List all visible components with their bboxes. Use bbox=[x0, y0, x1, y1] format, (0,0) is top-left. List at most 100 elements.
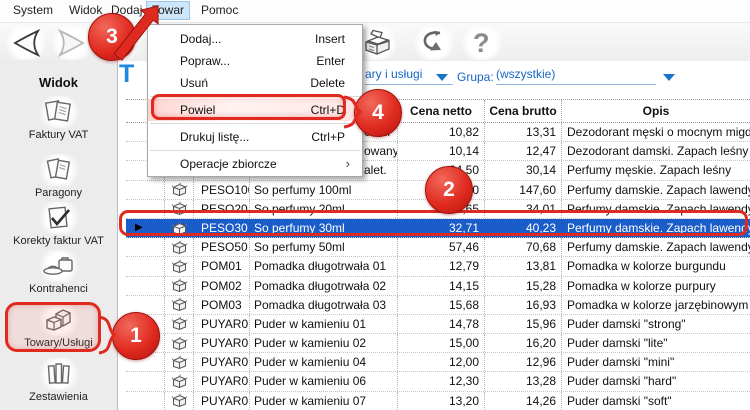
cell-symbol: POM03 bbox=[194, 295, 250, 314]
cell-cena-netto: 13,20 bbox=[398, 391, 485, 410]
cell-cena-netto: 10,82 bbox=[398, 123, 485, 142]
menu-item-label: Powiel bbox=[180, 103, 216, 117]
cell-cena-netto: 15,68 bbox=[398, 295, 485, 314]
cell-cena-netto: 14,15 bbox=[398, 276, 485, 295]
cell-cena-brutto: 13,31 bbox=[485, 123, 562, 142]
menu-item-drukuj-listę[interactable]: Drukuj listę... Ctrl+P bbox=[148, 126, 362, 148]
cell-name: So perfumy 30ml bbox=[254, 220, 345, 235]
page-title: T bbox=[119, 60, 135, 88]
row-marker bbox=[126, 199, 165, 218]
product-box-icon bbox=[165, 199, 194, 218]
sidebar-item-label: Kontrahenci bbox=[29, 283, 88, 295]
forward-icon[interactable] bbox=[50, 26, 94, 60]
table-row-pom01[interactable]: POM01 Pomadka długotrwała 01 12,79 13,81 Pom… bbox=[126, 257, 750, 277]
product-box-icon bbox=[165, 334, 194, 353]
cell-opis: Perfumy damskie. Zapach lawendy bbox=[567, 182, 750, 197]
menubar-item-pomoc[interactable]: Pomoc bbox=[196, 1, 243, 20]
contractors-icon bbox=[36, 250, 81, 282]
cell-opis: Pomadka w kolorze purpury bbox=[567, 278, 716, 293]
undo-icon[interactable] bbox=[412, 26, 456, 60]
sidebar-item-paragony[interactable]: Paragony bbox=[0, 154, 117, 199]
chevron-down-icon[interactable] bbox=[663, 74, 675, 81]
menubar-item-towar[interactable]: Towar bbox=[146, 1, 191, 20]
cell-name: Pomadka długotrwała 03 bbox=[250, 295, 398, 314]
table-row-puyar0[interactable]: PUYAR0 Puder w kamieniu 02 15,00 16,20 Puder… bbox=[126, 334, 750, 354]
cell-symbol: PUYAR0 bbox=[194, 372, 250, 391]
cell-opis: Perfumy damskie. Zapach lawendy bbox=[567, 201, 750, 216]
cell-cena-brutto: 147,60 bbox=[485, 180, 562, 199]
cell-symbol: PUYAR0 bbox=[194, 314, 250, 334]
sidebar-item-kontrahenci[interactable]: Kontrahenci bbox=[0, 250, 117, 295]
cell-opis: Dezodorant męski o mocnym migdałowym bbox=[567, 125, 750, 139]
chevron-down-icon[interactable] bbox=[436, 74, 448, 81]
cell-cena-brutto: 14,26 bbox=[485, 391, 562, 410]
menu-separator bbox=[150, 96, 360, 97]
receipts-icon bbox=[36, 154, 81, 186]
table-row-puyar0[interactable]: PUYAR0 Puder w kamieniu 04 12,00 12,96 Puder… bbox=[126, 353, 750, 373]
menu-item-dodaj[interactable]: Dodaj... Insert bbox=[148, 28, 362, 50]
cell-cena-brutto: 12,96 bbox=[485, 353, 562, 372]
menu-item-usuń[interactable]: Usuń Delete bbox=[148, 72, 362, 94]
cell-symbol: PESO50 bbox=[194, 238, 250, 257]
cell-name: Puder w kamieniu 07 bbox=[250, 391, 398, 410]
menu-item-shortcut: Enter bbox=[316, 54, 345, 68]
menu-item-label: Operacje zbiorcze bbox=[180, 157, 277, 171]
cell-opis: Puder damski "strong" bbox=[567, 316, 686, 331]
annotation-circle-2: 2 bbox=[425, 166, 473, 214]
annotation-circle-4: 4 bbox=[354, 89, 402, 137]
sidebar-item-zestawienia[interactable]: Zestawienia bbox=[0, 358, 117, 403]
cell-opis: Puder damski "hard" bbox=[567, 374, 677, 389]
cell-cena-brutto: 34,01 bbox=[485, 199, 562, 218]
back-icon[interactable] bbox=[4, 26, 48, 60]
corrections-icon bbox=[36, 202, 81, 234]
menu-item-label: Usuń bbox=[180, 76, 209, 90]
cell-cena-brutto: 70,68 bbox=[485, 238, 562, 257]
menu-item-operacje-zbiorcze[interactable]: Operacje zbiorcze › bbox=[148, 153, 362, 175]
sidebar-item-faktury-vat[interactable]: Faktury VAT bbox=[0, 96, 117, 141]
cell-symbol: PESO100 bbox=[194, 180, 250, 199]
cell-opis: Pomadka w kolorze burgundu bbox=[567, 259, 726, 274]
row-marker bbox=[126, 276, 165, 295]
product-box-icon bbox=[165, 295, 194, 314]
group-filter[interactable]: (wszystkie) bbox=[496, 67, 656, 85]
row-marker bbox=[126, 391, 165, 410]
help-icon[interactable]: ? bbox=[460, 26, 504, 60]
sidebar: Widok Faktury VAT Paragony Korekty faktur … bbox=[0, 60, 118, 410]
cell-symbol: PUYAR0 bbox=[194, 353, 250, 372]
col-opis: Opis bbox=[642, 104, 670, 118]
menu-separator bbox=[150, 123, 360, 124]
cell-opis: Perfumy męskie. Zapach leśny bbox=[567, 163, 732, 178]
menu-item-shortcut: Ctrl+D bbox=[310, 103, 345, 117]
table-row-peso50[interactable]: PESO50 So perfumy 50ml 57,46 70,68 Perfumy d… bbox=[126, 238, 750, 258]
product-box-icon bbox=[165, 372, 194, 391]
menu-item-powiel[interactable]: Powiel Ctrl+D bbox=[148, 99, 362, 121]
table-row-pom02[interactable]: POM02 Pomadka długotrwała 02 14,15 15,28 Pom… bbox=[126, 276, 750, 296]
sidebar-item-korekty-faktur-vat[interactable]: Korekty faktur VAT bbox=[0, 202, 117, 247]
sidebar-item-label: Zestawienia bbox=[29, 391, 88, 403]
cell-symbol: POM02 bbox=[194, 276, 250, 295]
table-row-pom03[interactable]: POM03 Pomadka długotrwała 03 15,68 16,93 Pom… bbox=[126, 295, 750, 315]
product-box-icon bbox=[165, 180, 194, 199]
sidebar-item-towary-usługi[interactable]: Towary/Usługi bbox=[0, 304, 117, 349]
cell-name: So perfumy 20ml bbox=[250, 199, 398, 218]
cell-symbol: POM01 bbox=[194, 257, 250, 276]
cell-cena-brutto: 40,23 bbox=[525, 220, 556, 235]
invoices-icon bbox=[36, 96, 81, 128]
cell-symbol: PESO20 bbox=[194, 199, 250, 218]
app-window: System Widok Dodaj Towar Pomoc ? Widok Faktu… bbox=[0, 0, 750, 410]
table-row-puyar0[interactable]: PUYAR0 Puder w kamieniu 07 13,20 14,26 Puder… bbox=[126, 391, 750, 410]
table-row-puyar0[interactable]: PUYAR0 Puder w kamieniu 01 14,78 15,96 Puder… bbox=[126, 314, 750, 335]
cell-symbol: PUYAR0 bbox=[194, 334, 250, 353]
menu-item-popraw[interactable]: Popraw... Enter bbox=[148, 50, 362, 72]
sidebar-item-label: Paragony bbox=[34, 187, 83, 199]
cell-cena-brutto: 15,96 bbox=[485, 314, 562, 334]
cell-cena-netto: 57,46 bbox=[398, 238, 485, 257]
menu-item-shortcut: Insert bbox=[314, 32, 345, 46]
table-row-peso30[interactable]: ▶ PESO30 So perfumy 30ml 32,71 40,23 Perfumy … bbox=[126, 218, 750, 239]
cell-cena-netto: 12,79 bbox=[398, 257, 485, 276]
sidebar-item-label: Korekty faktur VAT bbox=[13, 235, 104, 247]
table-row-puyar0[interactable]: PUYAR0 Puder w kamieniu 06 12,30 13,28 Puder… bbox=[126, 372, 750, 392]
cell-opis: Dezodorant damski. Zapach leśny bbox=[567, 144, 749, 159]
row-marker bbox=[126, 180, 165, 199]
menubar-item-system[interactable]: System bbox=[8, 1, 58, 20]
